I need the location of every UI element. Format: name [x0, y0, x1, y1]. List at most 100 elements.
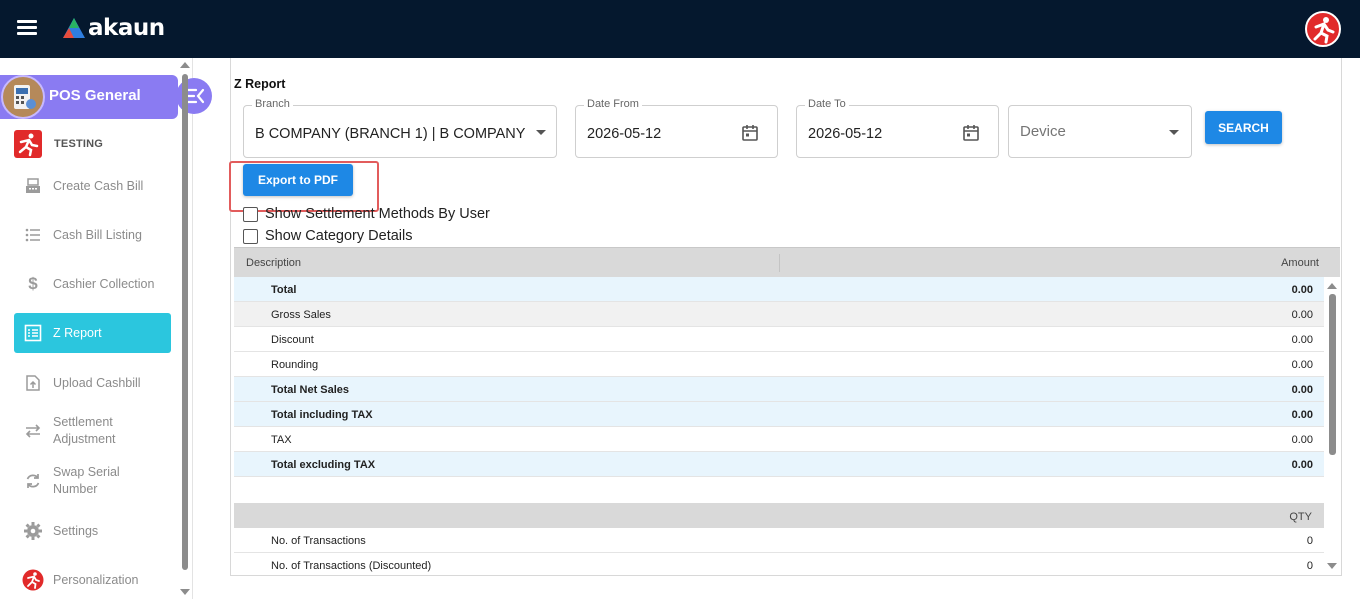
row-amount: 0.00	[1291, 334, 1313, 346]
row-description: TAX	[271, 434, 292, 446]
row-amount: 0.00	[1291, 359, 1313, 371]
pos-module-icon	[1, 75, 45, 119]
report-icon	[22, 322, 44, 344]
upload-icon	[22, 372, 44, 394]
column-divider	[779, 254, 780, 272]
search-button[interactable]: SEARCH	[1205, 111, 1282, 144]
hamburger-menu-icon[interactable]	[17, 20, 37, 36]
sidebar-item-z-report[interactable]: Z Report	[14, 313, 171, 353]
branch-label: Branch	[252, 98, 293, 110]
row-amount: 0.00	[1291, 284, 1313, 296]
akaun-logo[interactable]: akaun	[62, 14, 165, 42]
scroll-up-arrow-icon[interactable]	[1326, 281, 1338, 291]
date-from-field[interactable]: Date From 2026-05-12	[575, 98, 778, 158]
table-row: Rounding 0.00	[234, 352, 1324, 377]
checkbox-icon[interactable]	[243, 228, 258, 244]
organization-name: TESTING	[54, 138, 104, 150]
date-to-field[interactable]: Date To 2026-05-12	[796, 98, 999, 158]
sidebar-item-label: Settlement Adjustment	[53, 415, 116, 446]
scroll-up-arrow-icon[interactable]	[179, 60, 191, 70]
z-report-table: Description Amount Total 0.00 Gross Sales…	[234, 247, 1340, 576]
sidebar-item-upload-cashbill[interactable]: Upload Cashbill	[14, 372, 171, 394]
organization-row[interactable]: TESTING	[14, 130, 103, 158]
table-row: Discount 0.00	[234, 327, 1324, 352]
akaun-logo-mark-icon	[63, 18, 85, 38]
sidebar-scrollbar-thumb[interactable]	[182, 74, 188, 570]
table-row: No. of Transactions (Discounted) 0	[234, 553, 1324, 576]
date-from-value: 2026-05-12	[587, 126, 662, 142]
table-row: TAX 0.00	[234, 427, 1324, 452]
checkbox-label: Show Category Details	[265, 228, 413, 244]
date-to-value: 2026-05-12	[808, 126, 883, 142]
column-header-amount[interactable]: Amount	[1281, 257, 1319, 269]
main-content: Z Report Branch B COMPANY (BRANCH 1) | B…	[229, 58, 1342, 576]
top-app-bar: akaun	[0, 0, 1360, 58]
show-settlement-methods-checkbox[interactable]: Show Settlement Methods By User	[243, 206, 490, 222]
date-to-label: Date To	[805, 98, 849, 110]
module-title: POS General	[49, 87, 141, 104]
sidebar-item-personalization[interactable]: Personalization	[14, 569, 171, 591]
table-row: Total Net Sales 0.00	[234, 377, 1324, 402]
runner-logo-icon	[1313, 17, 1335, 44]
sidebar-item-cash-bill-listing[interactable]: Cash Bill Listing	[14, 224, 171, 246]
app-name: akaun	[88, 15, 165, 41]
personalization-icon	[22, 569, 44, 591]
sidebar-item-create-cash-bill[interactable]: Create Cash Bill	[14, 175, 171, 197]
row-description: Total	[271, 284, 297, 296]
chevron-down-icon	[1169, 130, 1179, 135]
user-avatar[interactable]	[1305, 11, 1341, 47]
row-description: Gross Sales	[271, 309, 331, 321]
module-header[interactable]: POS General	[0, 75, 178, 119]
checkbox-icon[interactable]	[243, 206, 258, 222]
organization-logo-icon	[14, 130, 42, 158]
table-body: Total 0.00 Gross Sales 0.00 Discount 0.00 R…	[234, 277, 1324, 576]
row-amount: 0.00	[1291, 459, 1313, 471]
row-description: Total Net Sales	[271, 384, 350, 396]
show-category-details-checkbox[interactable]: Show Category Details	[243, 228, 413, 244]
sidebar-item-label: Cash Bill Listing	[53, 227, 142, 242]
sidebar-item-label: Settings	[53, 523, 99, 538]
row-description: No. of Transactions	[271, 535, 366, 547]
row-amount: 0.00	[1291, 309, 1313, 321]
calendar-icon[interactable]	[962, 124, 980, 142]
swap-arrows-icon	[22, 420, 44, 442]
row-description: Rounding	[271, 359, 319, 371]
sidebar: POS General TESTING Create Cash Bill Cas…	[0, 58, 212, 599]
sidebar-item-cashier-collection[interactable]: $ Cashier Collection	[14, 273, 171, 295]
row-qty: 0	[1306, 560, 1313, 572]
table-row: Gross Sales 0.00	[234, 302, 1324, 327]
chevron-down-icon	[536, 130, 546, 135]
dollar-icon: $	[28, 274, 38, 293]
gear-icon	[22, 520, 44, 542]
table-row: Total including TAX 0.00	[234, 402, 1324, 427]
table-row: Total 0.00	[234, 277, 1324, 302]
calendar-icon[interactable]	[741, 124, 759, 142]
qty-section-header: QTY	[234, 503, 1324, 528]
table-scrollbar-thumb[interactable]	[1329, 294, 1336, 455]
device-select[interactable]: Device	[1008, 105, 1192, 158]
sidebar-item-label: Z Report	[53, 325, 102, 340]
row-description: Total excluding TAX	[271, 459, 376, 471]
device-placeholder: Device	[1020, 123, 1066, 140]
scroll-down-arrow-icon[interactable]	[1326, 561, 1338, 571]
list-icon	[22, 224, 44, 246]
sidebar-item-settlement-adjustment[interactable]: Settlement Adjustment	[14, 414, 171, 448]
row-description: Discount	[271, 334, 314, 346]
row-amount: 0.00	[1291, 434, 1313, 446]
cash-register-icon	[22, 175, 44, 197]
row-amount: 0.00	[1291, 409, 1313, 421]
scroll-down-arrow-icon[interactable]	[179, 587, 191, 597]
sidebar-scrollbar[interactable]	[179, 58, 191, 599]
table-scrollbar[interactable]	[1326, 279, 1338, 576]
sidebar-item-swap-serial-number[interactable]: Swap Serial Number	[14, 464, 171, 498]
sidebar-item-settings[interactable]: Settings	[14, 520, 171, 542]
branch-select[interactable]: Branch B COMPANY (BRANCH 1) | B COMPANY …	[243, 98, 557, 158]
row-qty: 0	[1306, 535, 1313, 547]
page-title: Z Report	[234, 77, 286, 91]
column-header-qty: QTY	[1289, 511, 1312, 523]
table-row: Total excluding TAX 0.00	[234, 452, 1324, 477]
table-header: Description Amount	[234, 247, 1340, 277]
table-row-spacer	[234, 477, 1324, 503]
column-header-description[interactable]: Description	[246, 257, 301, 269]
sidebar-item-label: Create Cash Bill	[53, 178, 144, 193]
